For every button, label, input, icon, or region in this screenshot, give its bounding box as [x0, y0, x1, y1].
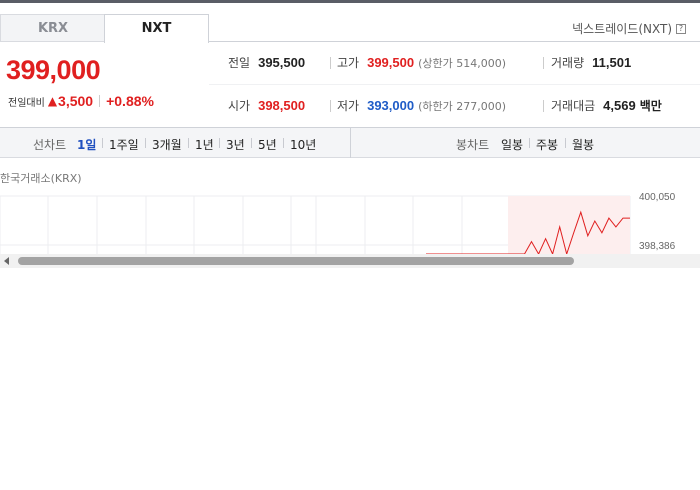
period-1-week[interactable]: 1주일 [109, 136, 139, 153]
stat-high: 고가 399,500 (상한가 514,000) [337, 54, 506, 71]
period-bar-divider [350, 128, 351, 158]
stat-label: 저가 [337, 99, 360, 113]
intraday-price-chart: 400,050 398,386 [0, 192, 676, 254]
venue-info: 넥스트레이드(NXT) ? [572, 20, 686, 37]
period-divider [188, 138, 189, 148]
up-arrow-icon: ▲ [47, 94, 58, 108]
candle-weekly[interactable]: 주봉 [536, 136, 558, 153]
candle-daily[interactable]: 일봉 [501, 136, 523, 153]
stat-value: 398,500 [258, 98, 306, 113]
stat-value: 11,501 [592, 55, 632, 70]
line-chart-heading: 선차트 [33, 138, 67, 152]
stat-divider [330, 100, 331, 112]
stat-unit: 백만 [639, 99, 662, 113]
stat-value: 399,500 [367, 55, 415, 70]
tab-nxt[interactable]: NXT [104, 14, 209, 43]
stat-low: 저가 393,000 (하한가 277,000) [337, 97, 506, 114]
current-price: 399,000 [6, 55, 101, 85]
period-1-year[interactable]: 1년 [195, 136, 214, 153]
stat-value: 4,569 [603, 98, 636, 113]
period-divider [219, 138, 220, 148]
stat-value: 395,500 [258, 55, 306, 70]
period-divider [565, 138, 566, 148]
change-amount: 3,500 [58, 93, 94, 109]
stat-value: 393,000 [367, 98, 415, 113]
price-change: 전일대비 ▲ 3,500 +0.88% [8, 93, 154, 109]
stats-row-divider [209, 84, 700, 85]
period-1-day[interactable]: 1일 [77, 136, 96, 153]
stat-trade-value: 거래대금 4,569 백만 [551, 97, 662, 114]
period-3-months[interactable]: 3개월 [152, 136, 182, 153]
period-3-years[interactable]: 3년 [226, 136, 245, 153]
scroll-left-icon[interactable] [4, 257, 9, 265]
stat-label: 시가 [228, 99, 251, 113]
stat-label: 거래량 [551, 56, 585, 70]
change-percent: +0.88% [106, 93, 154, 109]
venue-label: 넥스트레이드(NXT) [572, 22, 672, 36]
scrollbar-thumb[interactable] [18, 257, 574, 265]
help-icon[interactable]: ? [676, 23, 686, 34]
stat-label: 전일 [228, 56, 251, 70]
period-5-years[interactable]: 5년 [258, 136, 277, 153]
horizontal-scrollbar[interactable] [0, 254, 700, 268]
change-divider [99, 95, 101, 107]
chart-caption: 한국거래소(KRX) [0, 172, 82, 185]
stat-label: 거래대금 [551, 99, 596, 113]
stat-volume: 거래량 11,501 [551, 54, 631, 71]
stat-divider [543, 57, 544, 69]
top-border [0, 0, 700, 3]
period-divider [283, 138, 284, 148]
y-tick-label: 400,050 [639, 192, 676, 203]
lower-limit: (하한가 277,000) [418, 100, 507, 113]
upper-limit: (상한가 514,000) [418, 57, 507, 70]
period-divider [102, 138, 103, 148]
stat-label: 고가 [337, 56, 360, 70]
candle-monthly[interactable]: 월봉 [572, 136, 594, 153]
y-tick-label: 398,386 [639, 241, 676, 252]
price-stats: 전일 395,500 고가 399,500 (상한가 514,000) 거래량 … [209, 42, 700, 127]
stat-prev-close: 전일 395,500 [228, 54, 305, 71]
candle-chart-heading: 봉차트 [456, 138, 490, 152]
change-label: 전일대비 [8, 97, 45, 109]
chart-highlight-area [508, 196, 630, 254]
stat-divider [543, 100, 544, 112]
period-divider [251, 138, 252, 148]
tab-krx[interactable]: KRX [0, 14, 105, 42]
period-10-years[interactable]: 10년 [290, 136, 316, 153]
period-divider [145, 138, 146, 148]
stat-divider [330, 57, 331, 69]
chart-period-bar: 선차트 1일 1주일 3개월 1년 3년 5년 10년 봉차트 일봉 주봉 월봉 [0, 128, 700, 158]
period-divider [529, 138, 530, 148]
stat-open: 시가 398,500 [228, 97, 305, 114]
